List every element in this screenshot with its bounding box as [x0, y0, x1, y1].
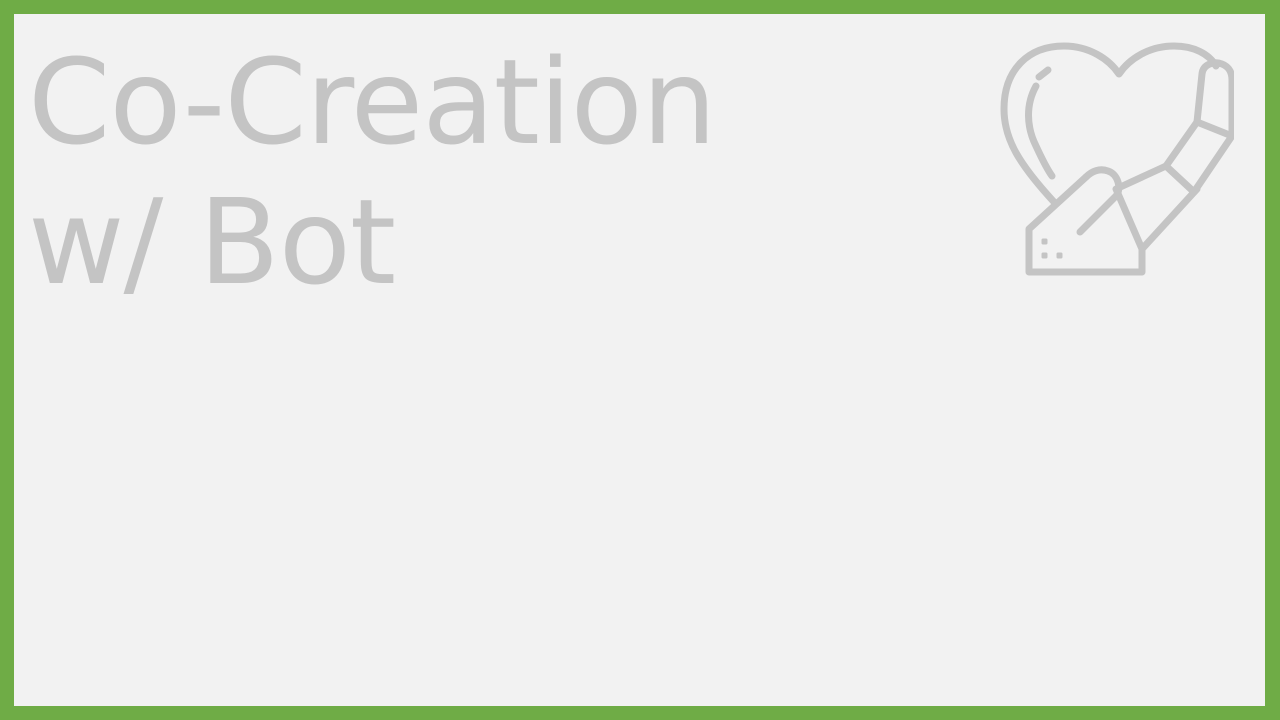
slide-title: Co-Creation w/ Bot	[28, 32, 717, 312]
finger-joint	[1193, 118, 1234, 140]
wrist-dot-2	[1041, 252, 1048, 259]
heart-robot-hand-icon	[1000, 42, 1234, 276]
slide-canvas: Co-Creation w/ Bot	[14, 14, 1265, 706]
wrist-dot-3	[1056, 252, 1063, 259]
slide-title-line-1: Co-Creation	[28, 33, 717, 171]
hand-back	[1112, 162, 1201, 253]
slide-title-line-2: w/ Bot	[28, 173, 396, 311]
heart-highlight	[1025, 82, 1056, 180]
heart-highlight-dash	[1035, 66, 1052, 81]
wrist-dot-1	[1041, 238, 1048, 245]
